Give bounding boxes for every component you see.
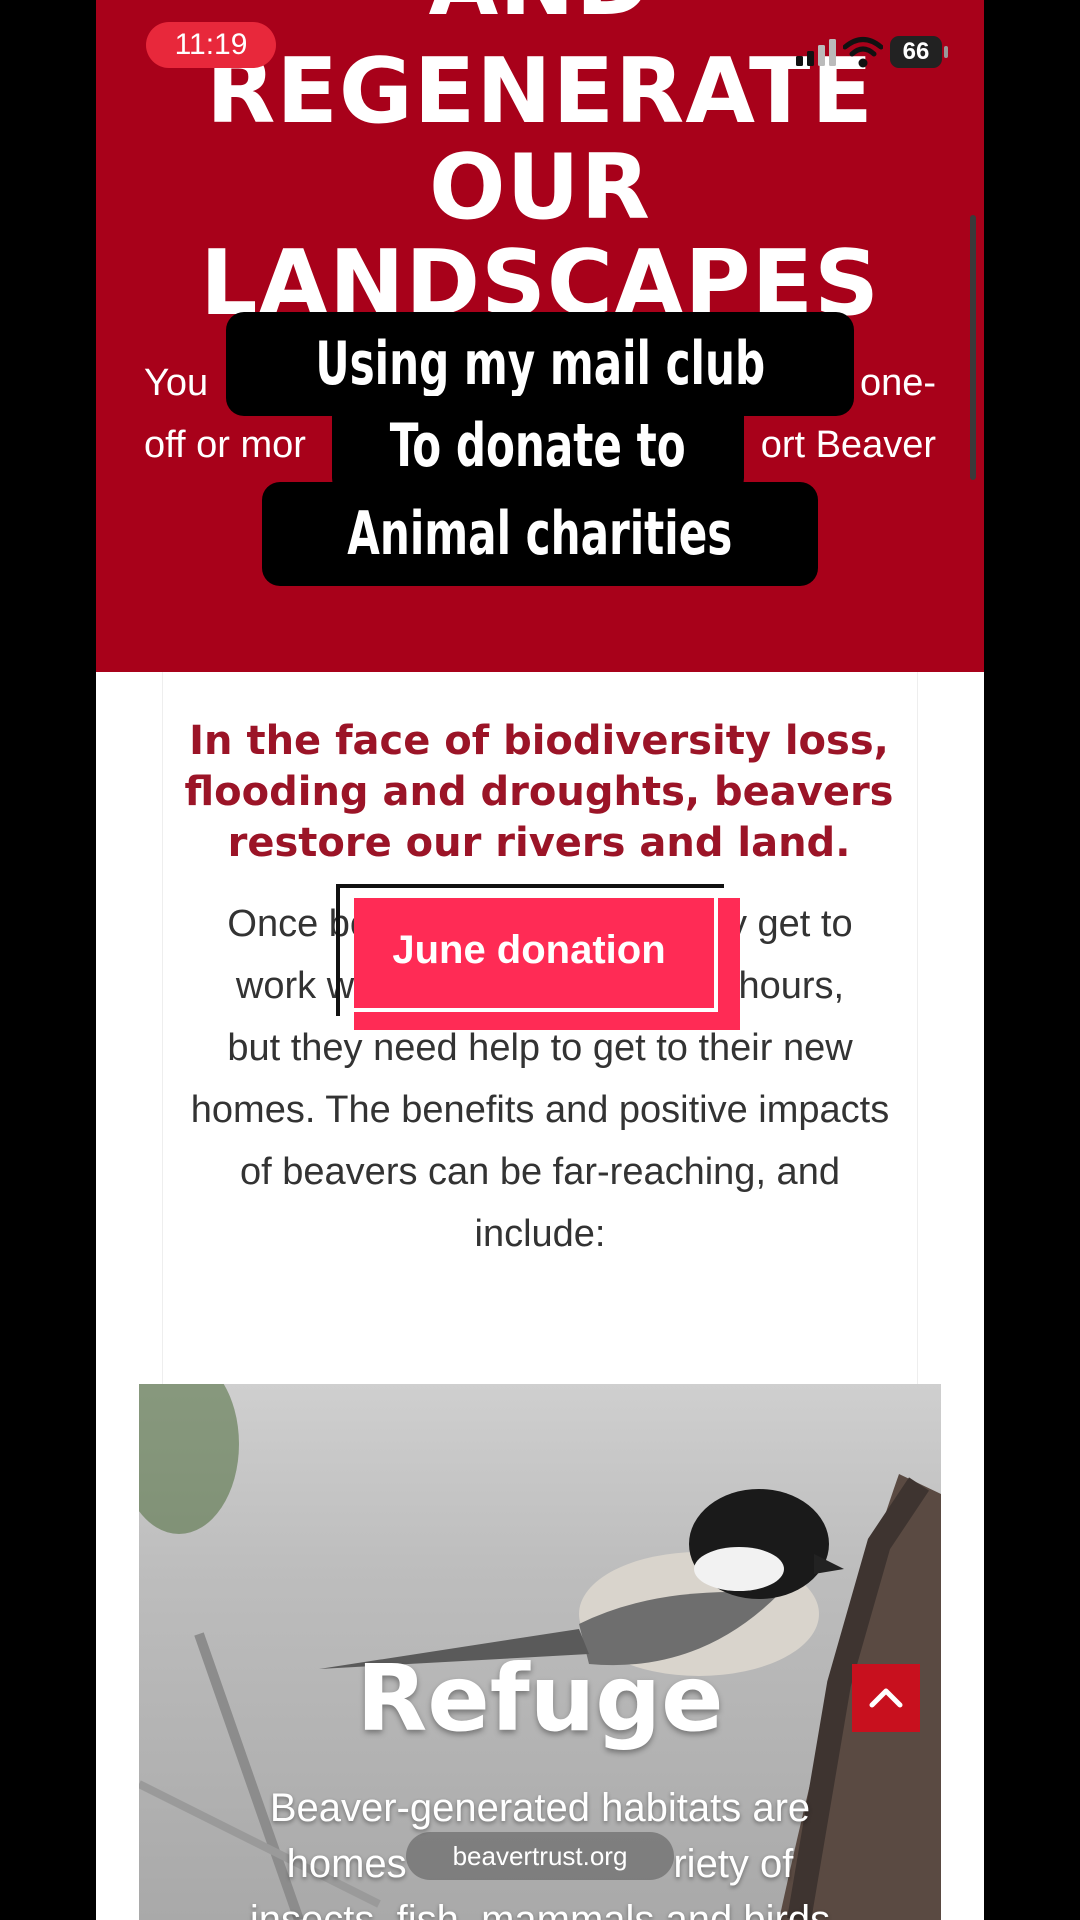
hero-body-fragment: ort Beaver <box>760 424 936 466</box>
body-line: homes. The benefits and positive impacts <box>190 1089 890 1131</box>
status-time: 11:19 <box>146 22 276 68</box>
address-bar-url[interactable]: beavertrust.org <box>406 1832 674 1880</box>
body-line: include: <box>474 1213 606 1255</box>
overlay-caption-line-2: To donate to <box>332 396 744 496</box>
feature-card-line: Beaver-generated habitats are <box>269 1786 811 1830</box>
hero-title-line: OUR <box>429 135 651 240</box>
status-bar: 11:19 66 <box>0 0 1080 100</box>
wifi-icon <box>843 37 883 68</box>
cellular-signal-icon <box>796 39 836 66</box>
overlay-caption-line-3: Animal charities <box>262 482 818 586</box>
page-scrollbar[interactable] <box>970 215 976 480</box>
battery-nub <box>944 46 948 58</box>
hero-body-fragment: off or mor <box>144 424 306 466</box>
hero-body-fragment: one- <box>859 362 936 404</box>
feature-card-title: Refuge <box>356 1645 724 1752</box>
lead-paragraph: In the face of biodiversity loss, floodi… <box>184 718 894 866</box>
battery-icon: 66 <box>890 36 942 68</box>
june-donation-sticker: June donation <box>336 884 740 1030</box>
hero-body-fragment: You <box>144 362 209 404</box>
feature-card-line: insects, fish, mammals and birds <box>249 1898 831 1920</box>
chevron-up-icon <box>869 1688 903 1708</box>
sticker-label: June donation <box>392 928 666 972</box>
body-line: of beavers can be far-reaching, and <box>240 1151 840 1193</box>
back-to-top-button[interactable] <box>852 1664 920 1732</box>
